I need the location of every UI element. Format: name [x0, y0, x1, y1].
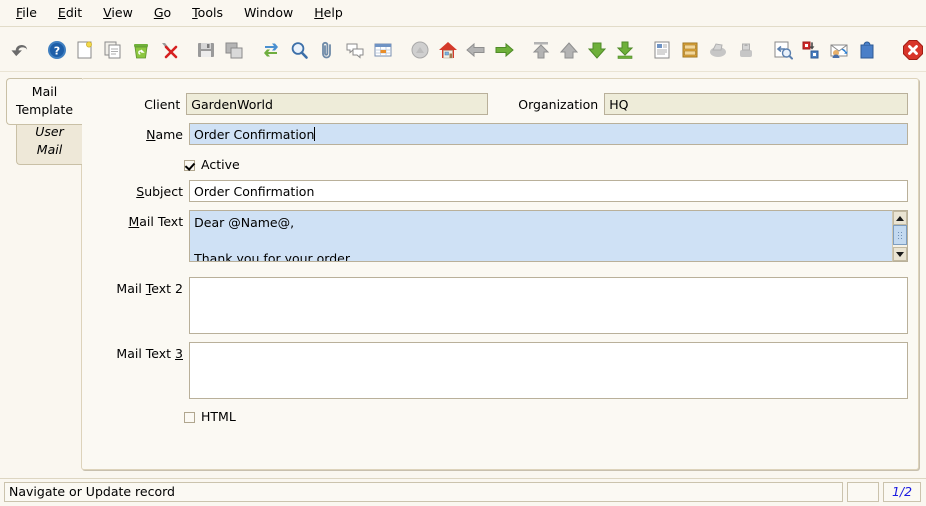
- delete-recycle-icon[interactable]: [127, 35, 155, 65]
- delete-selection-icon[interactable]: [155, 35, 183, 65]
- grip-icon: [896, 231, 904, 239]
- main-area: Mail Template User Mail Client GardenWor…: [0, 72, 926, 478]
- mail-text-label: Mail Text: [128, 214, 184, 229]
- copy-record-icon[interactable]: [99, 35, 127, 65]
- record-counter: 1/2: [883, 482, 921, 502]
- print-preview-icon[interactable]: [704, 35, 732, 65]
- detail-record-icon[interactable]: [583, 35, 611, 65]
- name-field-value: Order Confirmation: [194, 127, 315, 142]
- mail-text-3-row: Mail Text 3: [82, 342, 908, 399]
- chevron-up-icon: [896, 215, 905, 221]
- refresh-icon[interactable]: [257, 35, 285, 65]
- menu-edit[interactable]: Edit: [48, 2, 93, 24]
- history-icon[interactable]: [406, 35, 434, 65]
- last-record-icon[interactable]: [611, 35, 639, 65]
- print-icon[interactable]: [732, 35, 760, 65]
- html-checkbox[interactable]: [184, 411, 195, 423]
- mail-text-2-label: Mail Text 2: [116, 281, 183, 296]
- mail-template-form-panel: Client GardenWorld Organization HQ Name …: [81, 78, 919, 470]
- email-icon[interactable]: [825, 35, 853, 65]
- active-label: Active: [201, 157, 240, 172]
- subject-field[interactable]: Order Confirmation: [189, 180, 908, 202]
- chevron-down-icon: [896, 251, 905, 257]
- next-record-icon[interactable]: [490, 35, 518, 65]
- report-icon[interactable]: [648, 35, 676, 65]
- zoom-across-icon[interactable]: [769, 35, 797, 65]
- lock-icon[interactable]: [853, 35, 881, 65]
- save-icon[interactable]: [192, 35, 220, 65]
- tab-mail-template[interactable]: Mail Template: [6, 78, 82, 125]
- mail-text-scrollbar[interactable]: [892, 210, 908, 262]
- menu-go[interactable]: Go: [144, 2, 182, 24]
- scrollbar-thumb[interactable]: [893, 225, 907, 245]
- client-label: Client: [144, 97, 181, 112]
- close-window-icon[interactable]: [899, 35, 926, 65]
- first-record-icon[interactable]: [527, 35, 555, 65]
- organization-field[interactable]: HQ: [604, 93, 908, 115]
- undo-icon[interactable]: [6, 35, 34, 65]
- name-field[interactable]: Order Confirmation: [189, 123, 908, 145]
- subject-row: Subject Order Confirmation: [82, 180, 908, 202]
- svg-text:?: ?: [54, 44, 60, 57]
- save-create-icon[interactable]: [220, 35, 248, 65]
- name-label: Name: [146, 127, 183, 142]
- toolbar: ?: [0, 27, 926, 72]
- home-icon[interactable]: [434, 35, 462, 65]
- status-bar: Navigate or Update record 1/2: [0, 478, 926, 506]
- client-row: Client GardenWorld Organization HQ: [82, 93, 908, 115]
- subject-label: Subject: [136, 184, 183, 199]
- menu-file[interactable]: File: [6, 2, 48, 24]
- active-checkbox[interactable]: [184, 159, 195, 171]
- grid-toggle-icon[interactable]: [369, 35, 397, 65]
- organization-label: Organization: [518, 97, 599, 112]
- attachment-icon[interactable]: [313, 35, 341, 65]
- find-icon[interactable]: [285, 35, 313, 65]
- chat-icon[interactable]: [341, 35, 369, 65]
- client-field[interactable]: GardenWorld: [186, 93, 489, 115]
- html-label: HTML: [201, 409, 236, 424]
- status-secondary-panel: [847, 482, 879, 502]
- menu-view[interactable]: View: [93, 2, 144, 24]
- active-checkbox-row[interactable]: Active: [184, 157, 240, 173]
- archive-icon[interactable]: [676, 35, 704, 65]
- mail-text-3-field[interactable]: [189, 342, 908, 399]
- tab-user-mail[interactable]: User Mail: [16, 118, 82, 165]
- mail-text-2-field[interactable]: [189, 277, 908, 334]
- scroll-down-button[interactable]: [893, 247, 907, 261]
- status-message: Navigate or Update record: [4, 482, 843, 502]
- mail-text-2-row: Mail Text 2: [82, 277, 908, 334]
- new-record-icon[interactable]: [71, 35, 99, 65]
- html-checkbox-row[interactable]: HTML: [184, 409, 236, 425]
- text-caret: [314, 127, 316, 141]
- scroll-up-button[interactable]: [893, 211, 907, 225]
- parent-record-icon[interactable]: [555, 35, 583, 65]
- mail-text-row: Mail Text Dear @Name@, Thank you for you…: [82, 210, 908, 262]
- menu-help[interactable]: Help: [304, 2, 354, 24]
- help-icon[interactable]: ?: [43, 35, 71, 65]
- vertical-tab-strip: Mail Template User Mail: [0, 72, 82, 478]
- previous-record-icon[interactable]: [462, 35, 490, 65]
- mail-text-field[interactable]: Dear @Name@, Thank you for your order.: [189, 210, 894, 262]
- menu-window[interactable]: Window: [234, 2, 304, 24]
- menu-bar: File Edit View Go Tools Window Help: [0, 0, 926, 27]
- name-row: Name Order Confirmation: [82, 123, 908, 145]
- mail-text-3-label: Mail Text 3: [116, 346, 183, 361]
- menu-tools[interactable]: Tools: [182, 2, 234, 24]
- export-icon[interactable]: [797, 35, 825, 65]
